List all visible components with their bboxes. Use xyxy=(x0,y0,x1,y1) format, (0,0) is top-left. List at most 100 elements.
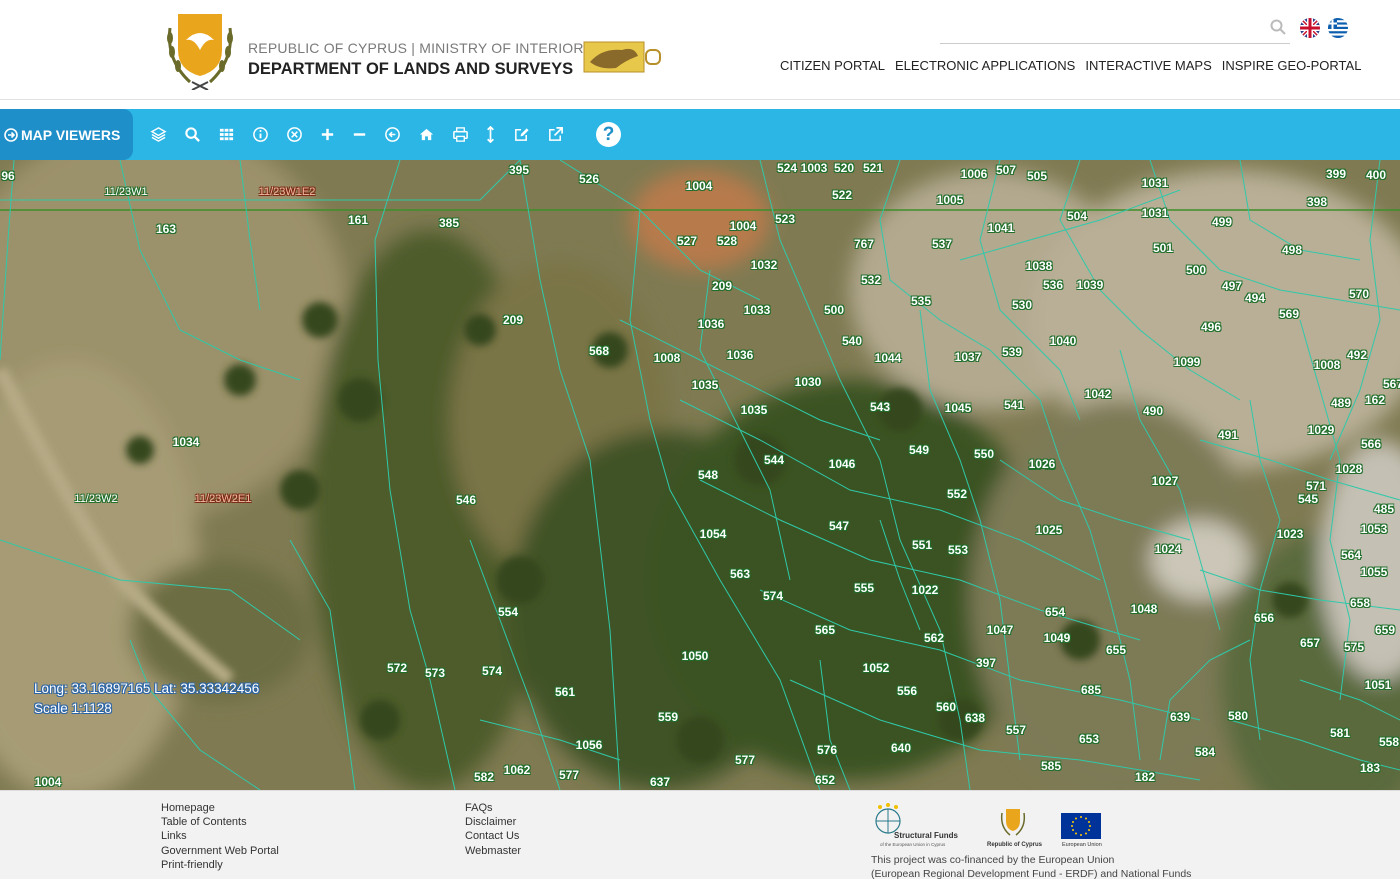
print-icon[interactable] xyxy=(451,125,469,143)
parcel-number-label[interactable]: 1055 xyxy=(1361,565,1388,579)
parcel-number-label[interactable]: 182 xyxy=(1135,770,1155,784)
layers-icon[interactable] xyxy=(149,125,167,143)
parcel-number-label[interactable]: 545 xyxy=(1298,492,1318,506)
parcel-number-label[interactable]: 1035 xyxy=(692,378,719,392)
edit-icon[interactable] xyxy=(512,125,530,143)
cyprus-coat-of-arms-logo[interactable] xyxy=(160,10,240,90)
parcel-number-label[interactable]: 563 xyxy=(730,567,750,581)
parcel-number-label[interactable]: 1035 xyxy=(741,403,768,417)
nav-inspire-geo-portal[interactable]: INSPIRE GEO-PORTAL xyxy=(1222,58,1362,73)
parcel-number-label[interactable]: 548 xyxy=(698,468,718,482)
parcel-number-label[interactable]: 573 xyxy=(425,666,445,680)
parcel-number-label[interactable]: 399 xyxy=(1326,167,1346,181)
parcel-number-label[interactable]: 522 xyxy=(832,188,852,202)
nav-citizen-portal[interactable]: CITIZEN PORTAL xyxy=(780,58,885,73)
parcel-number-label[interactable]: 1044 xyxy=(875,351,902,365)
parcel-number-label[interactable]: 685 xyxy=(1081,683,1101,697)
parcel-number-label[interactable]: 162 xyxy=(1365,393,1385,407)
parcel-number-label[interactable]: 1041 xyxy=(988,221,1015,235)
parcel-number-label[interactable]: 575 xyxy=(1344,640,1364,654)
parcel-number-label[interactable]: 500 xyxy=(1186,263,1206,277)
parcel-number-label[interactable]: 1033 xyxy=(744,303,771,317)
parcel-number-label[interactable]: 520 xyxy=(834,161,854,175)
en-flag-icon[interactable] xyxy=(1300,18,1320,38)
footer-link-table-of-contents[interactable]: Table of Contents xyxy=(161,815,279,829)
parcel-number-label[interactable]: 1051 xyxy=(1365,678,1392,692)
search-input[interactable] xyxy=(940,14,1260,42)
parcel-number-label[interactable]: 183 xyxy=(1360,761,1380,775)
search-icon[interactable] xyxy=(1270,19,1286,35)
parcel-number-label[interactable]: 400 xyxy=(1366,168,1386,182)
parcel-number-label[interactable]: 552 xyxy=(947,487,967,501)
parcel-number-label[interactable]: 561 xyxy=(555,685,575,699)
parcel-number-label[interactable]: 505 xyxy=(1027,169,1047,183)
parcel-number-label[interactable]: 569 xyxy=(1279,307,1299,321)
parcel-number-label[interactable]: 562 xyxy=(924,631,944,645)
parcel-number-label[interactable]: 1025 xyxy=(1036,523,1063,537)
parcel-number-label[interactable]: 767 xyxy=(854,237,874,251)
parcel-number-label[interactable]: 582 xyxy=(474,770,494,784)
parcel-number-label[interactable]: 535 xyxy=(911,294,931,308)
zoom-out-icon[interactable] xyxy=(350,125,368,143)
parcel-number-label[interactable]: 397 xyxy=(976,656,996,670)
parcel-number-label[interactable]: 490 xyxy=(1143,404,1163,418)
parcel-number-label[interactable]: 1003 xyxy=(801,161,828,175)
parcel-number-label[interactable]: 572 xyxy=(387,661,407,675)
clear-icon[interactable] xyxy=(285,125,303,143)
parcel-number-label[interactable]: 540 xyxy=(842,334,862,348)
parcel-number-label[interactable]: 556 xyxy=(897,684,917,698)
parcel-number-label[interactable]: 491 xyxy=(1218,428,1238,442)
parcel-number-label[interactable]: 1042 xyxy=(1085,387,1112,401)
footer-link-print-friendly[interactable]: Print-friendly xyxy=(161,858,279,872)
parcel-number-label[interactable]: 489 xyxy=(1331,396,1351,410)
parcel-number-label[interactable]: 652 xyxy=(815,773,835,787)
zoom-in-icon[interactable] xyxy=(318,125,336,143)
parcel-number-label[interactable]: 541 xyxy=(1004,398,1024,412)
parcel-number-label[interactable]: 568 xyxy=(589,344,609,358)
parcel-number-label[interactable]: 551 xyxy=(912,538,932,552)
parcel-number-label[interactable]: 566 xyxy=(1361,437,1381,451)
parcel-number-label[interactable]: 1048 xyxy=(1131,602,1158,616)
parcel-number-label[interactable]: 581 xyxy=(1330,726,1350,740)
parcel-number-label[interactable]: 530 xyxy=(1012,298,1032,312)
parcel-number-label[interactable]: 521 xyxy=(863,161,883,175)
parcel-number-label[interactable]: 640 xyxy=(891,741,911,755)
parcel-number-label[interactable]: 497 xyxy=(1222,279,1242,293)
parcel-number-label[interactable]: 574 xyxy=(763,589,783,603)
parcel-number-label[interactable]: 584 xyxy=(1195,745,1215,759)
parcel-number-label[interactable]: 550 xyxy=(974,447,994,461)
parcel-number-label[interactable]: 507 xyxy=(996,163,1016,177)
parcel-number-label[interactable]: 658 xyxy=(1350,596,1370,610)
parcel-number-label[interactable]: 1045 xyxy=(945,401,972,415)
map-canvas[interactable]: 11/23W1 11/23W1E2 11/23W2 11/23W2E1 96 395 526… xyxy=(0,160,1400,790)
parcel-number-label[interactable]: 544 xyxy=(764,453,784,467)
parcel-number-label[interactable]: 1030 xyxy=(795,375,822,389)
parcel-number-label[interactable]: 559 xyxy=(658,710,678,724)
parcel-number-label[interactable]: 524 xyxy=(777,161,797,175)
parcel-number-label[interactable]: 638 xyxy=(965,711,985,725)
parcel-number-label[interactable]: 496 xyxy=(1201,320,1221,334)
parcel-number-label[interactable]: 1022 xyxy=(912,583,939,597)
parcel-number-label[interactable]: 1031 xyxy=(1142,176,1169,190)
parcel-number-label[interactable]: 546 xyxy=(456,493,476,507)
parcel-number-label[interactable]: 209 xyxy=(503,313,523,327)
parcel-number-label[interactable]: 1023 xyxy=(1277,527,1304,541)
gr-flag-icon[interactable] xyxy=(1328,18,1348,38)
parcel-number-label[interactable]: 653 xyxy=(1079,732,1099,746)
parcel-number-label[interactable]: 560 xyxy=(936,700,956,714)
parcel-number-label[interactable]: 656 xyxy=(1254,611,1274,625)
parcel-number-label[interactable]: 499 xyxy=(1212,215,1232,229)
parcel-number-label[interactable]: 1028 xyxy=(1336,462,1363,476)
parcel-number-label[interactable]: 565 xyxy=(815,623,835,637)
parcel-number-label[interactable]: 1062 xyxy=(504,763,531,777)
parcel-number-label[interactable]: 1040 xyxy=(1050,334,1077,348)
parcel-number-label[interactable]: 1056 xyxy=(576,738,603,752)
parcel-number-label[interactable]: 494 xyxy=(1245,291,1265,305)
parcel-number-label[interactable]: 1024 xyxy=(1155,542,1182,556)
parcel-number-label[interactable]: 527 xyxy=(677,234,697,248)
info-icon[interactable] xyxy=(251,125,269,143)
parcel-number-label[interactable]: 96 xyxy=(1,169,14,183)
parcel-number-label[interactable]: 576 xyxy=(817,743,837,757)
parcel-number-label[interactable]: 523 xyxy=(775,212,795,226)
parcel-number-label[interactable]: 577 xyxy=(735,753,755,767)
